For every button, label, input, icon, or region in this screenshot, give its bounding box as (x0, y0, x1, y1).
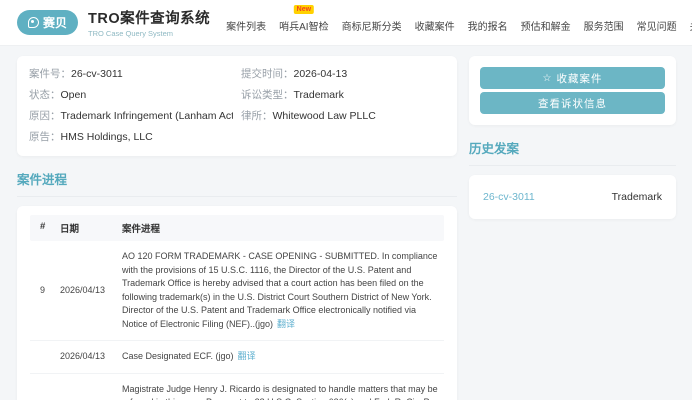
left-column: 案件号：26-cv-3011 提交时间：2026-04-13 状态：Open 诉讼类型… (17, 56, 457, 400)
history-card: 26-cv-3011 Trademark (469, 175, 676, 219)
new-badge: New (294, 5, 314, 14)
case-field-value: Open (61, 89, 87, 101)
progress-row-index: 9 (34, 284, 60, 298)
case-field-2: 状态：Open (29, 85, 233, 106)
nav-item-0[interactable]: 案件列表 (226, 12, 266, 33)
progress-row-date: 2026/04/13 (60, 350, 122, 364)
history-case-link[interactable]: 26-cv-3011 (483, 191, 535, 203)
case-field-value: Trademark (294, 89, 344, 101)
progress-row-0: 92026/04/13AO 120 FORM TRADEMARK - CASE … (30, 241, 444, 341)
main-nav: 案件列表哨兵AI智检New 商标尼斯分类收藏案件我的报名预估和解金服务范围常见问题… (226, 12, 692, 33)
nav-item-6[interactable]: 服务范围 (584, 12, 624, 33)
actions-card: ☆ 收藏案件 查看诉状信息 (469, 56, 676, 125)
progress-table-header: # 日期 案件进程 (30, 215, 444, 241)
progress-row-1: 2026/04/13Case Designated ECF. (jgo)翻译 (30, 341, 444, 374)
view-complaint-label: 查看诉状信息 (538, 96, 607, 111)
case-field-1: 提交时间：2026-04-13 (241, 64, 445, 85)
nav-item-4[interactable]: 我的报名 (468, 12, 508, 33)
case-field-value: 2026-04-13 (294, 68, 348, 80)
favorite-case-button[interactable]: ☆ 收藏案件 (480, 67, 665, 89)
case-field-label: 原告： (29, 131, 61, 143)
star-icon: ☆ (543, 73, 553, 84)
history-divider (469, 165, 676, 166)
app-title-block: TRO案件查询系统 TRO Case Query System (88, 7, 210, 38)
case-field-6: 原告：HMS Holdings, LLC (29, 127, 233, 148)
progress-row-text: Case Designated ECF. (jgo)翻译 (122, 350, 440, 364)
progress-row-2: 2026/04/13Magistrate Judge Henry J. Rica… (30, 374, 444, 400)
history-row-0: 26-cv-3011 Trademark (481, 179, 664, 215)
nav-item-5[interactable]: 预估和解金 (521, 12, 571, 33)
case-field-5: 律所：Whitewood Law PLLC (241, 106, 445, 127)
case-field-label: 状态： (29, 89, 61, 101)
case-field-3: 诉讼类型：Trademark (241, 85, 445, 106)
case-field-label: 律所： (241, 110, 273, 122)
case-field-label: 原因： (29, 110, 61, 122)
progress-divider (17, 196, 457, 197)
progress-heading: 案件进程 (17, 169, 457, 188)
app-header: 赛贝 TRO案件查询系统 TRO Case Query System 案件列表哨… (0, 0, 692, 46)
case-field-4: 原因：Trademark Infringement (Lanham Act) (29, 106, 233, 127)
case-info-card: 案件号：26-cv-3011 提交时间：2026-04-13 状态：Open 诉讼类型… (17, 56, 457, 156)
case-field-label: 提交时间： (241, 68, 294, 80)
nav-item-7[interactable]: 常见问题 (637, 12, 677, 33)
nav-item-2[interactable]: 商标尼斯分类 (342, 12, 402, 33)
nav-item-3[interactable]: 收藏案件 (415, 12, 455, 33)
right-column: ☆ 收藏案件 查看诉状信息 历史发案 26-cv-3011 Trademark (469, 56, 676, 219)
case-field-value: Trademark Infringement (Lanham Act) (61, 110, 234, 122)
translate-link[interactable]: 翻译 (277, 319, 295, 329)
case-field-value: 26-cv-3011 (71, 68, 123, 80)
app-title: TRO案件查询系统 (88, 7, 210, 28)
page-content: 案件号：26-cv-3011提交时间：2026-04-13状态：Open诉讼类型… (0, 46, 692, 400)
progress-row-text: Magistrate Judge Henry J. Ricardo is des… (122, 383, 440, 400)
history-case-type: Trademark (612, 191, 662, 203)
progress-row-text: AO 120 FORM TRADEMARK - CASE OPENING - S… (122, 250, 440, 331)
case-field-label: 案件号： (29, 68, 71, 80)
app-subtitle: TRO Case Query System (88, 29, 210, 38)
case-field-value: HMS Holdings, LLC (61, 131, 153, 143)
col-header-index: # (34, 221, 60, 235)
progress-row-date: 2026/04/13 (60, 284, 122, 298)
progress-table-body: 92026/04/13AO 120 FORM TRADEMARK - CASE … (30, 241, 444, 400)
col-header-date: 日期 (60, 221, 122, 235)
saibei-logo-text: 赛贝 (43, 14, 67, 31)
saibei-logo-icon (28, 17, 39, 28)
case-field-0: 案件号：26-cv-3011 (29, 64, 233, 85)
translate-link[interactable]: 翻译 (238, 351, 256, 361)
case-field-value: Whitewood Law PLLC (273, 110, 376, 122)
saibei-logo[interactable]: 赛贝 (17, 10, 78, 35)
favorite-case-label: 收藏案件 (556, 71, 602, 86)
case-field-label: 诉讼类型： (241, 89, 294, 101)
history-heading: 历史发案 (469, 138, 676, 157)
view-complaint-button[interactable]: 查看诉状信息 (480, 92, 665, 114)
col-header-progress: 案件进程 (122, 221, 440, 235)
case-progress-card: # 日期 案件进程 92026/04/13AO 120 FORM TRADEMA… (17, 206, 457, 400)
nav-item-1[interactable]: 哨兵AI智检New (279, 12, 328, 33)
